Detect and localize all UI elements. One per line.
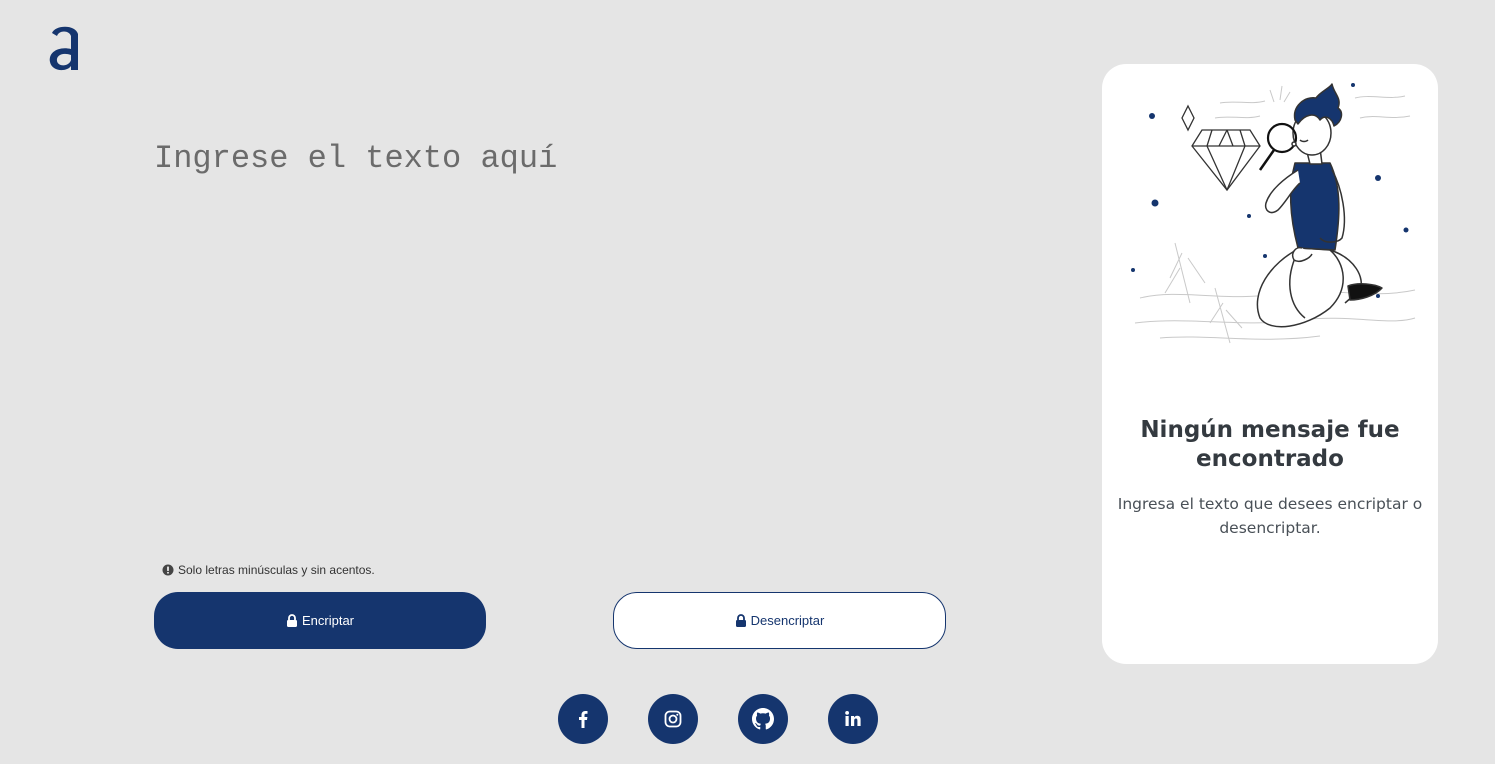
decrypt-button-label: Desencriptar (750, 613, 825, 628)
social-links (558, 694, 878, 744)
facebook-icon (579, 711, 588, 728)
lock-icon (286, 614, 297, 627)
github-link[interactable] (738, 694, 788, 744)
instagram-link[interactable] (648, 694, 698, 744)
logo-icon[interactable] (47, 22, 83, 74)
exclamation-circle-icon (162, 564, 174, 576)
linkedin-icon (845, 711, 861, 726)
result-panel: Ningún mensaje fue encontrado Ingresa el… (1102, 64, 1438, 664)
encrypt-button-label: Encriptar (301, 613, 355, 628)
page: Solo letras minúsculas y sin acentos. En… (0, 0, 1495, 764)
hint-text: Solo letras minúsculas y sin acentos. (178, 563, 375, 577)
text-input[interactable] (154, 140, 944, 540)
linkedin-link[interactable] (828, 694, 878, 744)
unlock-icon (735, 614, 746, 627)
instagram-icon (664, 710, 682, 728)
facebook-link[interactable] (558, 694, 608, 744)
result-title: Ningún mensaje fue encontrado (1140, 417, 1400, 472)
person-with-magnifying-glass-illustration (1131, 83, 1416, 344)
input-hint: Solo letras minúsculas y sin acentos. (162, 563, 375, 577)
result-message: Ingresa el texto que desees encriptar o … (1117, 495, 1423, 537)
encrypt-button[interactable]: Encriptar (154, 592, 486, 649)
github-icon (752, 708, 774, 730)
decrypt-button[interactable]: Desencriptar (613, 592, 946, 649)
